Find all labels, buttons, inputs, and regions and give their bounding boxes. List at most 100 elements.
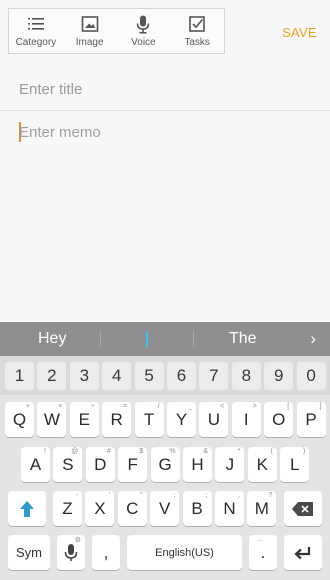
letter-key-symbol: & (203, 448, 208, 455)
category-button[interactable]: Category (9, 9, 63, 53)
letter-key-label: S (62, 454, 74, 474)
suggestion-middle[interactable] (146, 331, 148, 347)
letter-key[interactable]: [O (264, 402, 294, 437)
letter-key-label: D (94, 454, 107, 474)
number-key[interactable]: 7 (199, 362, 229, 390)
letter-key[interactable]: / T (134, 402, 164, 437)
letter-key-symbol: < (220, 403, 225, 410)
period-key[interactable]: ... . (249, 535, 277, 570)
letter-key[interactable]: ; B (182, 491, 212, 526)
letter-key-label: Z (62, 498, 73, 518)
list-icon (27, 18, 44, 30)
number-key[interactable]: 4 (102, 362, 132, 390)
letter-key-label: U (207, 409, 221, 429)
image-button[interactable]: Image (63, 9, 117, 53)
letter-key-label: V (159, 498, 171, 518)
enter-key[interactable] (284, 535, 322, 570)
space-key[interactable]: English(US) (127, 535, 242, 570)
voice-input-key[interactable]: ⚙ (57, 535, 85, 570)
number-key[interactable]: 3 (69, 362, 99, 390)
letter-key[interactable]: _ Y (167, 402, 196, 437)
letter-key-symbol: * (237, 448, 241, 455)
letter-key[interactable]: ! A (21, 447, 50, 482)
letter-key[interactable]: ,N (215, 491, 244, 526)
sym-key[interactable]: Sym (8, 535, 50, 570)
letter-key[interactable]: = R (102, 402, 132, 437)
letter-key-symbol: # (106, 448, 111, 455)
period-sub: ... (257, 536, 263, 543)
number-key[interactable]: 9 (264, 362, 294, 390)
letter-key[interactable]: ? M (247, 491, 277, 526)
letter-key-symbol: ) (302, 448, 306, 455)
number-key-label: 2 (47, 366, 57, 385)
toolbar: Category Image Voice Tasks (8, 8, 225, 54)
expand-suggestions-icon[interactable]: › (310, 329, 316, 349)
letter-key-label: Y (175, 409, 188, 429)
number-key[interactable]: 1 (5, 362, 34, 390)
tasks-label: Tasks (184, 37, 210, 48)
shift-key[interactable] (8, 491, 46, 526)
letter-key-symbol: - (75, 492, 78, 499)
letter-key[interactable]: % G (150, 447, 180, 482)
tasks-button[interactable]: Tasks (170, 9, 224, 53)
letter-key[interactable]: " C (117, 491, 147, 526)
number-key-label: 4 (111, 366, 122, 385)
suggestion-bar: Hey The › (0, 322, 330, 356)
number-key-label: 8 (241, 366, 252, 385)
letter-key-symbol: " (140, 492, 143, 499)
letter-key-label: G (158, 454, 172, 474)
suggestion-separator (100, 331, 101, 347)
number-key-label: 1 (14, 366, 25, 385)
letter-key[interactable]: @ S (53, 447, 83, 482)
number-key[interactable]: 0 (296, 362, 326, 390)
letter-key[interactable]: # D (85, 447, 115, 482)
letter-key[interactable]: ' X (85, 491, 115, 526)
title-input[interactable]: Enter title (19, 81, 82, 98)
letter-key[interactable]: < U (199, 402, 229, 437)
voice-button[interactable]: Voice (117, 9, 171, 53)
shift-arrow-icon (20, 500, 34, 517)
number-key-label: 9 (273, 366, 284, 385)
letter-key-symbol: ] (319, 403, 322, 410)
letter-key[interactable]: ÷ E (69, 402, 99, 437)
letter-key[interactable]: ) L (280, 447, 310, 482)
letter-key-label: M (254, 498, 269, 518)
number-key[interactable]: 2 (37, 362, 67, 390)
letter-key[interactable]: & H (183, 447, 212, 482)
letter-key-symbol: , (238, 492, 240, 499)
number-key[interactable]: 6 (167, 362, 196, 390)
letter-key-label: N (223, 498, 236, 518)
letter-key-label: R (110, 409, 123, 429)
image-label: Image (75, 37, 104, 48)
letter-key[interactable]: > I (231, 402, 261, 437)
letter-key[interactable]: -Z (53, 491, 82, 526)
letter-key[interactable]: :V (150, 491, 180, 526)
number-key-label: 3 (79, 366, 90, 385)
comma-key[interactable]: , (92, 535, 120, 570)
letter-key-label: H (191, 454, 204, 474)
suggestion-left[interactable]: Hey (38, 330, 66, 348)
letter-key[interactable]: + Q (5, 402, 34, 437)
letter-key[interactable]: ] P (296, 402, 326, 437)
letter-key-label: J (225, 454, 235, 474)
settings-hint: ⚙ (74, 537, 81, 544)
letter-key[interactable]: (K (247, 447, 277, 482)
memo-input[interactable]: Enter memo (19, 124, 101, 141)
image-icon (81, 16, 98, 32)
letter-key[interactable]: × W (37, 402, 67, 437)
letter-key-label: A (29, 454, 42, 474)
save-button[interactable]: SAVE (282, 25, 317, 40)
letter-key[interactable]: $ F (118, 447, 148, 482)
letter-key-symbol: = (123, 403, 128, 410)
backspace-key[interactable] (284, 491, 322, 526)
checkbox-icon (189, 16, 205, 32)
letter-key[interactable]: * J (215, 447, 245, 482)
letter-key-label: T (143, 409, 155, 429)
number-key[interactable]: 8 (231, 362, 261, 390)
letter-key-label: C (126, 498, 139, 518)
suggestion-right[interactable]: The (229, 330, 257, 348)
letter-key-label: E (78, 409, 90, 429)
number-key[interactable]: 5 (134, 362, 164, 390)
enter-icon (294, 546, 311, 559)
letter-key-label: X (94, 498, 106, 518)
